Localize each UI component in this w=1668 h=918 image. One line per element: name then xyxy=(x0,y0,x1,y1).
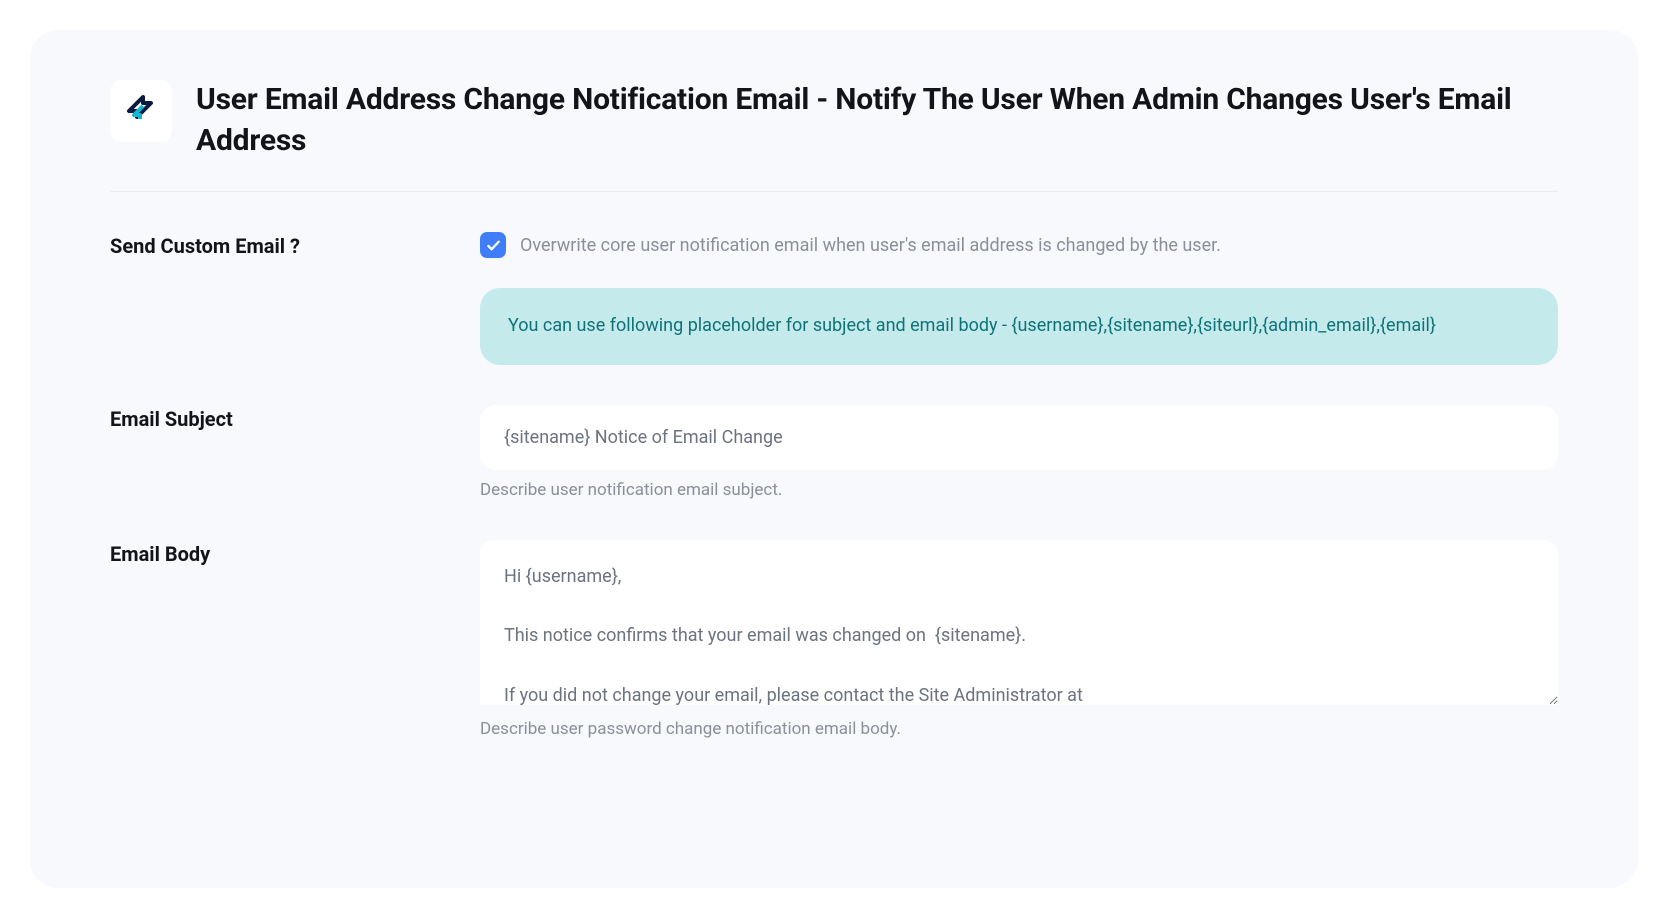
app-logo-icon xyxy=(123,93,159,129)
checkbox-row: Overwrite core user notification email w… xyxy=(480,232,1558,258)
send-custom-email-checkbox-label: Overwrite core user notification email w… xyxy=(520,235,1221,256)
row-email-subject: Email Subject Describe user notification… xyxy=(110,405,1558,500)
logo-box xyxy=(110,80,172,142)
email-subject-helper: Describe user notification email subject… xyxy=(480,480,1558,500)
row-email-body: Email Body Describe user password change… xyxy=(110,540,1558,739)
label-email-body: Email Body xyxy=(110,542,480,566)
check-icon xyxy=(486,238,501,253)
send-custom-email-checkbox[interactable] xyxy=(480,232,506,258)
settings-card: User Email Address Change Notification E… xyxy=(30,30,1638,888)
label-email-subject: Email Subject xyxy=(110,407,480,431)
email-body-helper: Describe user password change notificati… xyxy=(480,719,1558,739)
header: User Email Address Change Notification E… xyxy=(110,80,1558,192)
label-send-custom-email: Send Custom Email ? xyxy=(110,234,480,258)
page-title: User Email Address Change Notification E… xyxy=(196,80,1558,161)
email-subject-input[interactable] xyxy=(480,405,1558,470)
placeholder-info-box: You can use following placeholder for su… xyxy=(480,288,1558,365)
row-send-custom-email: Send Custom Email ? Overwrite core user … xyxy=(110,232,1558,365)
email-body-textarea[interactable] xyxy=(480,540,1558,705)
